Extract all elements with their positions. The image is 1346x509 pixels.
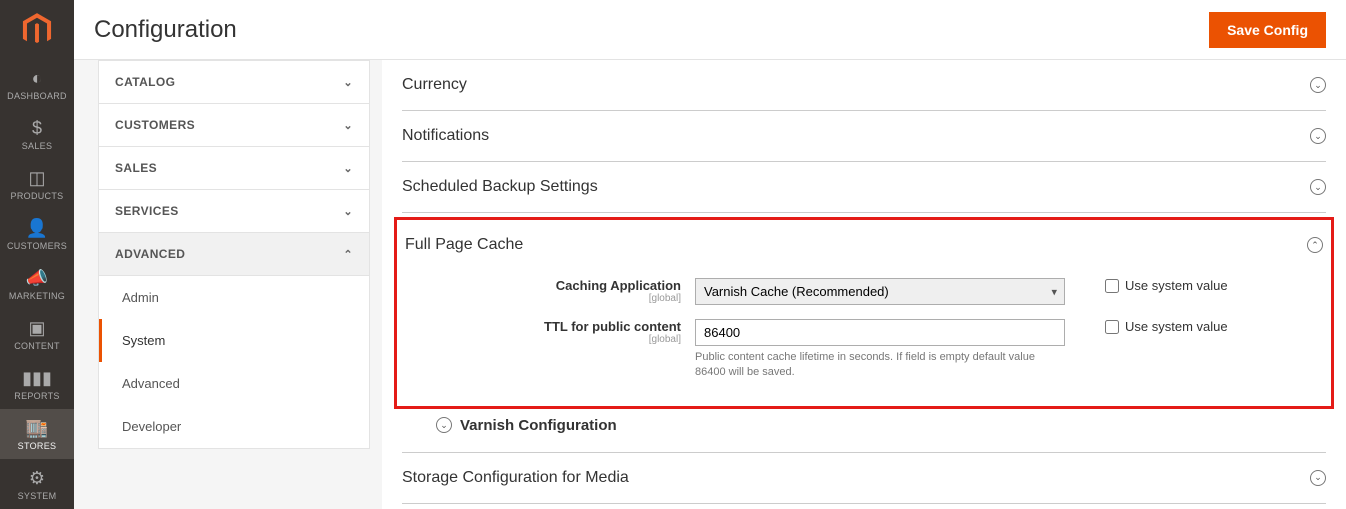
magento-logo[interactable]	[0, 0, 74, 59]
caching-app-use-system-checkbox[interactable]	[1105, 279, 1119, 293]
chevron-up-icon: ⌃	[343, 248, 353, 261]
config-sidebar: Catalog ⌄ Customers ⌄ Sales ⌄	[74, 60, 382, 509]
section-title: Full Page Cache	[405, 236, 523, 254]
sidebar-group-label: Sales	[115, 161, 157, 175]
sidebar-group-customers[interactable]: Customers ⌄	[99, 104, 369, 146]
nav-customers[interactable]: 👤 Customers	[0, 209, 74, 259]
sidebar-item-developer[interactable]: Developer	[99, 405, 369, 448]
admin-nav: ◐ Dashboard $ Sales ◫ Products 👤 Custome…	[0, 0, 74, 509]
expand-icon: ⌄	[1310, 128, 1326, 144]
nav-products[interactable]: ◫ Products	[0, 159, 74, 209]
sidebar-group-catalog[interactable]: Catalog ⌄	[99, 61, 369, 103]
nav-marketing[interactable]: 📣 Marketing	[0, 259, 74, 309]
nav-stores[interactable]: 🏬 Stores	[0, 409, 74, 459]
nav-dashboard[interactable]: ◐ Dashboard	[0, 59, 74, 109]
bars-icon: ▮▮▮	[22, 369, 52, 387]
megaphone-icon: 📣	[26, 269, 48, 287]
sidebar-group-advanced[interactable]: Advanced ⌃	[99, 233, 369, 275]
section-notifications[interactable]: Notifications ⌄	[402, 111, 1326, 161]
ttl-use-system-checkbox[interactable]	[1105, 320, 1119, 334]
ttl-input[interactable]	[695, 319, 1065, 346]
chevron-down-icon: ⌄	[343, 119, 353, 132]
caching-application-select[interactable]: Varnish Cache (Recommended)	[695, 278, 1065, 305]
chevron-down-icon: ⌄	[343, 205, 353, 218]
expand-icon: ⌄	[1310, 77, 1326, 93]
section-title: Scheduled Backup Settings	[402, 178, 598, 196]
nav-sales[interactable]: $ Sales	[0, 109, 74, 159]
sidebar-group-label: Advanced	[115, 247, 185, 261]
chevron-down-icon: ⌄	[343, 162, 353, 175]
section-full-page-cache[interactable]: Full Page Cache ⌃	[405, 226, 1323, 268]
sidebar-group-services[interactable]: Services ⌄	[99, 190, 369, 232]
storefront-icon: 🏬	[26, 419, 48, 437]
section-title: Currency	[402, 76, 467, 94]
sidebar-item-system[interactable]: System	[99, 319, 369, 362]
gear-icon: ⚙	[29, 469, 45, 487]
sidebar-item-advanced[interactable]: Advanced	[99, 362, 369, 405]
collapse-icon: ⌃	[1307, 237, 1323, 253]
magento-icon	[22, 13, 52, 47]
varnish-config-subsection[interactable]: ⌄ Varnish Configuration	[402, 417, 1326, 434]
section-storage-media[interactable]: Storage Configuration for Media ⌄	[402, 453, 1326, 503]
caching-app-label: Caching Application [global]	[405, 278, 695, 304]
dollar-icon: $	[32, 119, 42, 137]
page-title: Configuration	[94, 16, 237, 44]
ttl-help: Public content cache lifetime in seconds…	[695, 350, 1065, 380]
layout-icon: ▣	[28, 319, 45, 337]
nav-system[interactable]: ⚙ System	[0, 459, 74, 509]
person-icon: 👤	[26, 219, 48, 237]
chevron-down-icon: ⌄	[343, 76, 353, 89]
gauge-icon: ◐	[32, 69, 43, 87]
fpc-highlight: Full Page Cache ⌃ Caching Application [g…	[394, 217, 1334, 409]
sidebar-item-admin[interactable]: Admin	[99, 276, 369, 319]
expand-icon: ⌄	[1310, 179, 1326, 195]
ttl-use-system[interactable]: Use system value	[1105, 319, 1228, 334]
cube-icon: ◫	[28, 169, 45, 187]
sidebar-group-label: Catalog	[115, 75, 175, 89]
page-header: Configuration Save Config	[74, 0, 1346, 60]
expand-icon: ⌄	[1310, 470, 1326, 486]
caching-app-use-system[interactable]: Use system value	[1105, 278, 1228, 293]
ttl-label: TTL for public content [global]	[405, 319, 695, 345]
sidebar-group-sales[interactable]: Sales ⌄	[99, 147, 369, 189]
nav-content[interactable]: ▣ Content	[0, 309, 74, 359]
section-backup[interactable]: Scheduled Backup Settings ⌄	[402, 162, 1326, 212]
sidebar-group-label: Services	[115, 204, 179, 218]
section-title: Storage Configuration for Media	[402, 469, 629, 487]
save-config-button[interactable]: Save Config	[1209, 12, 1326, 48]
section-title: Notifications	[402, 127, 489, 145]
sidebar-group-label: Customers	[115, 118, 195, 132]
settings-panel: Currency ⌄ Notifications ⌄ Scheduled Bac…	[382, 60, 1346, 509]
expand-icon: ⌄	[436, 417, 452, 433]
section-currency[interactable]: Currency ⌄	[402, 60, 1326, 110]
subsection-title: Varnish Configuration	[460, 417, 617, 434]
nav-reports[interactable]: ▮▮▮ Reports	[0, 359, 74, 409]
